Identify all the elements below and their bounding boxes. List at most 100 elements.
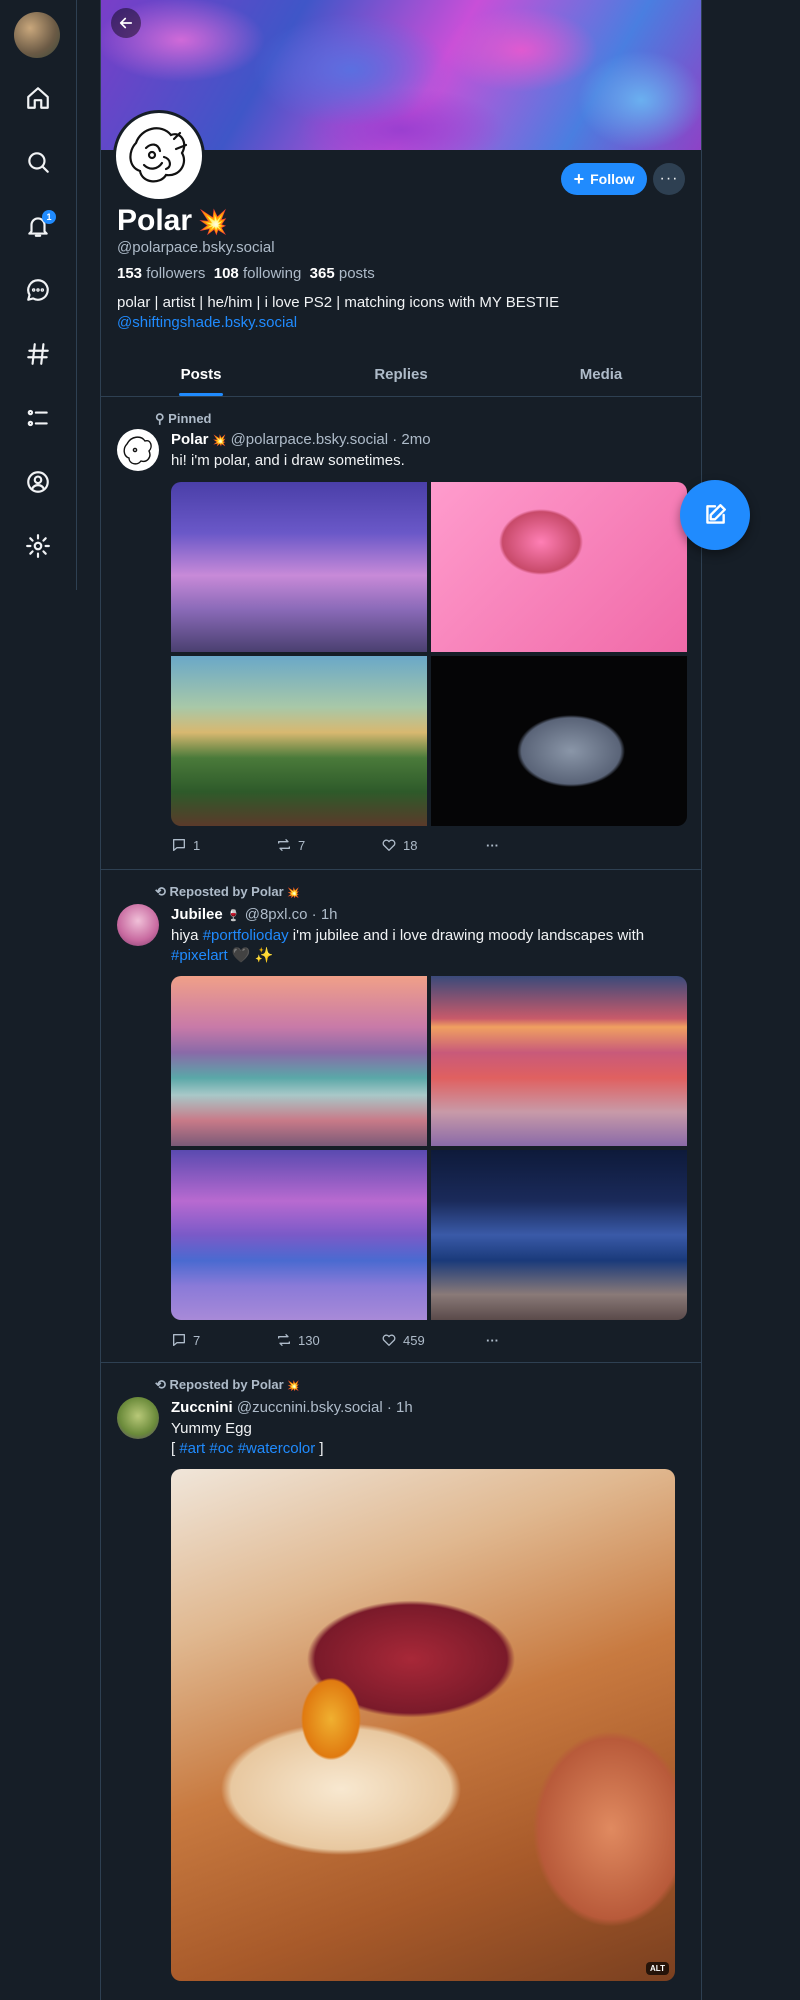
repost-small-icon: ⟲ xyxy=(155,884,166,899)
followers-count: 153 xyxy=(117,265,143,282)
like-button[interactable]: 459 xyxy=(381,1332,486,1348)
post-more-button[interactable]: ··· xyxy=(486,837,591,853)
post-actions: 1 7 18 ··· xyxy=(171,837,591,853)
author-handle-time[interactable]: @zuccnini.bsky.social · 1h xyxy=(237,1399,413,1416)
hashtag-feeds-icon[interactable] xyxy=(22,338,54,370)
followers-label: followers xyxy=(146,265,206,282)
avatar[interactable] xyxy=(117,429,159,471)
reply-icon xyxy=(173,839,185,851)
current-user-avatar[interactable] xyxy=(14,12,60,58)
feed-post[interactable]: ⟲ Reposted by Polar 💥 Jubilee 🍷 @8pxl.co… xyxy=(101,870,701,1363)
lists-icon[interactable] xyxy=(22,402,54,434)
feed-post[interactable]: ⚲ Pinned Polar 💥 @polarpace.bsky.social … xyxy=(101,397,701,870)
repost-button[interactable]: 7 xyxy=(276,837,381,853)
pinned-label: ⚲ Pinned xyxy=(155,411,212,427)
tab-posts[interactable]: Posts xyxy=(101,352,301,396)
left-nav-sidebar: 1 xyxy=(0,0,77,590)
image-grid xyxy=(171,976,687,1320)
repost-count: 7 xyxy=(298,837,306,853)
post-text-line: Yummy Egg xyxy=(171,1420,252,1437)
repost-context-text[interactable]: Reposted by Polar xyxy=(170,1377,284,1392)
notification-count-badge: 1 xyxy=(42,210,56,224)
hashtag-link[interactable]: #portfolioday xyxy=(203,927,289,944)
avatar[interactable] xyxy=(117,904,159,946)
settings-gear-icon[interactable] xyxy=(22,530,54,562)
author-handle-time[interactable]: @8pxl.co · 1h xyxy=(245,906,338,923)
compose-icon xyxy=(706,504,726,524)
following-stat[interactable]: 108 following xyxy=(214,265,302,282)
repost-button[interactable]: 130 xyxy=(276,1332,381,1348)
profile-tabs: Posts Replies Media xyxy=(101,352,701,397)
back-button[interactable] xyxy=(111,8,141,38)
reply-icon xyxy=(173,1334,185,1346)
notifications-bell-icon[interactable]: 1 xyxy=(22,210,56,242)
post-image[interactable] xyxy=(431,656,687,826)
author-name[interactable]: Jubilee xyxy=(171,906,223,923)
author-name[interactable]: Zuccnini xyxy=(171,1399,233,1416)
image-grid xyxy=(171,482,687,826)
post-text-part: 🖤 ✨ xyxy=(227,947,274,964)
following-count: 108 xyxy=(213,265,239,282)
author-name[interactable]: Polar xyxy=(171,431,209,448)
feed-post[interactable]: ⟲ Reposted by Polar 💥 Zuccnini @zuccnini… xyxy=(101,1363,701,2000)
profile-bio: polar | artist | he/him | i love PS2 | m… xyxy=(117,293,677,333)
repost-small-icon: ⟲ xyxy=(155,1377,166,1392)
profile-more-options-button[interactable]: ··· xyxy=(653,163,685,195)
heart-icon xyxy=(382,839,396,851)
tab-media[interactable]: Media xyxy=(501,352,701,396)
post-image[interactable] xyxy=(171,1150,427,1320)
pinned-text: Pinned xyxy=(168,411,212,426)
profile-avatar[interactable] xyxy=(113,110,205,202)
profile-icon[interactable] xyxy=(22,466,54,498)
posts-label: posts xyxy=(338,265,375,282)
profile-main-column: + Follow ··· Polar 💥 @polarpace.bsky.soci… xyxy=(100,0,702,2000)
post-text: Yummy Egg [ #art #oc #watercolor ] xyxy=(171,1419,691,1459)
repost-icon xyxy=(278,839,290,851)
author-emoji: 🍷 xyxy=(226,910,241,922)
repost-icon xyxy=(278,1334,290,1346)
explosion-emoji: 💥 xyxy=(198,209,228,236)
post-image[interactable]: ALT xyxy=(171,1469,675,1981)
post-image[interactable] xyxy=(431,482,687,652)
post-image[interactable] xyxy=(171,656,427,826)
profile-display-name: Polar 💥 xyxy=(117,204,228,238)
post-image[interactable] xyxy=(431,1150,687,1320)
arrow-left-icon xyxy=(119,17,133,29)
follow-button[interactable]: + Follow xyxy=(561,163,647,195)
repost-context-text[interactable]: Reposted by Polar xyxy=(170,884,284,899)
tab-replies[interactable]: Replies xyxy=(301,352,501,396)
post-actions: 7 130 459 ··· xyxy=(171,1332,591,1348)
post-more-button[interactable]: ··· xyxy=(486,1332,591,1348)
post-image[interactable] xyxy=(171,482,427,652)
chat-icon[interactable] xyxy=(22,274,54,306)
repost-count: 130 xyxy=(298,1332,320,1348)
bio-mention-link[interactable]: @shiftingshade.bsky.social xyxy=(117,314,297,331)
like-count: 18 xyxy=(403,837,418,853)
display-name-text: Polar xyxy=(117,204,193,237)
alt-text-badge[interactable]: ALT xyxy=(646,1962,669,1975)
follow-button-label: Follow xyxy=(590,171,635,187)
posts-count: 365 xyxy=(309,265,335,282)
hashtag-link[interactable]: #pixelart xyxy=(171,947,228,964)
followers-stat[interactable]: 153 followers xyxy=(117,265,205,282)
compose-post-button[interactable] xyxy=(680,480,750,550)
reply-button[interactable]: 1 xyxy=(171,837,276,853)
posts-stat: 365 posts xyxy=(310,265,375,282)
author-handle-time[interactable]: @polarpace.bsky.social · 2mo xyxy=(231,431,431,448)
post-header: Zuccnini @zuccnini.bsky.social · 1h xyxy=(171,1399,413,1416)
reply-button[interactable]: 7 xyxy=(171,1332,276,1348)
post-image[interactable] xyxy=(431,976,687,1146)
post-text: hiya #portfolioday i'm jubilee and i lov… xyxy=(171,926,691,966)
hashtag-links[interactable]: #art #oc #watercolor xyxy=(179,1440,315,1457)
avatar[interactable] xyxy=(117,1397,159,1439)
search-icon[interactable] xyxy=(22,146,54,178)
post-header: Polar 💥 @polarpace.bsky.social · 2mo xyxy=(171,431,431,448)
home-icon[interactable] xyxy=(22,82,54,114)
following-label: following xyxy=(242,265,302,282)
post-text-part: hiya xyxy=(171,927,203,944)
like-button[interactable]: 18 xyxy=(381,837,486,853)
reply-count: 1 xyxy=(193,837,201,853)
context-emoji: 💥 xyxy=(287,1381,300,1392)
post-header: Jubilee 🍷 @8pxl.co · 1h xyxy=(171,906,338,923)
post-image[interactable] xyxy=(171,976,427,1146)
